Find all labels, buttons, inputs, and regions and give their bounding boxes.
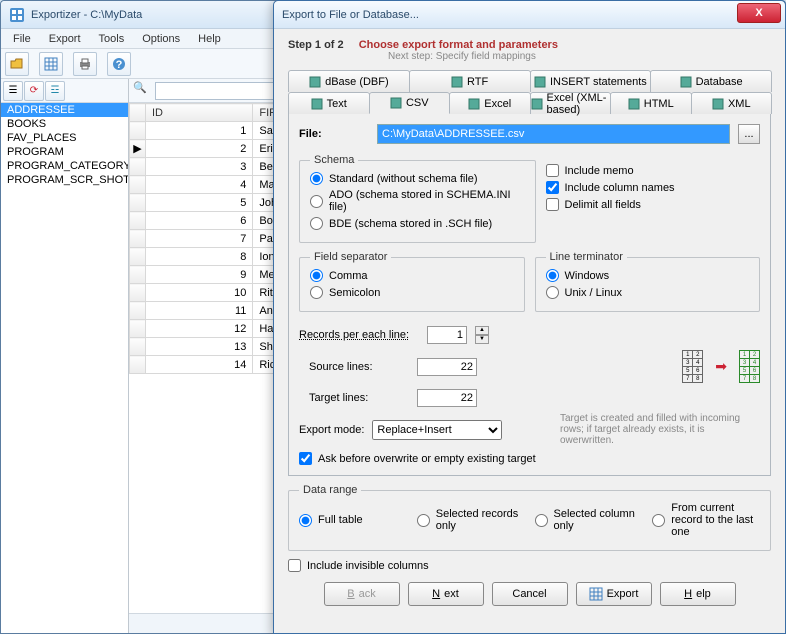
file-input[interactable]: C:\MyData\ADDRESSEE.csv <box>377 124 730 144</box>
lineterm-option-0[interactable]: Windows <box>546 269 750 282</box>
table-list[interactable]: ADDRESSEEBOOKSFAV_PLACESPROGRAMPROGRAM_C… <box>1 103 128 633</box>
source-lines-input[interactable] <box>417 358 477 376</box>
tab-insert-statements[interactable]: INSERT statements <box>530 70 652 92</box>
tab-excel[interactable]: Excel <box>449 92 531 114</box>
refresh-icon[interactable]: ⟳ <box>24 81 44 101</box>
close-button[interactable]: X <box>737 3 781 23</box>
schema-fieldset: Schema Standard (without schema file) ADO… <box>299 154 536 243</box>
table-item-fav_places[interactable]: FAV_PLACES <box>1 131 128 145</box>
export-icon <box>589 587 603 601</box>
export-mode-select[interactable]: Replace+Insert <box>372 420 502 440</box>
tab-rtf[interactable]: RTF <box>409 70 531 92</box>
tab-dbase-dbf-[interactable]: dBase (DBF) <box>288 70 410 92</box>
include-memo-check[interactable]: Include memo <box>546 164 761 177</box>
table-list-pane: ☰ ⟳ ☲ ADDRESSEEBOOKSFAV_PLACESPROGRAMPRO… <box>1 79 129 633</box>
export-button[interactable]: Export <box>576 582 652 606</box>
open-button[interactable] <box>5 52 29 76</box>
tree-icon[interactable]: ☲ <box>45 81 65 101</box>
tab-database[interactable]: Database <box>650 70 772 92</box>
menu-export[interactable]: Export <box>41 31 89 47</box>
table-item-addressee[interactable]: ADDRESSEE <box>1 103 128 117</box>
left-toolbar: ☰ ⟳ ☲ <box>1 79 128 103</box>
lineterm-fieldset: Line terminator Windows Unix / Linux <box>535 251 761 312</box>
dialog-titlebar[interactable]: Export to File or Database... X <box>274 1 785 29</box>
menu-tools[interactable]: Tools <box>91 31 133 47</box>
table-item-program[interactable]: PROGRAM <box>1 145 128 159</box>
include-invisible-check[interactable]: Include invisible columns <box>288 559 771 572</box>
file-label: File: <box>299 128 369 140</box>
source-lines-label: Source lines: <box>299 361 409 373</box>
step-number: Step 1 of 2 <box>288 39 344 51</box>
include-colnames-check[interactable]: Include column names <box>546 181 761 194</box>
schema-option-2[interactable]: BDE (schema stored in .SCH file) <box>310 217 525 230</box>
records-per-line-input[interactable] <box>427 326 467 344</box>
next-button[interactable]: Next <box>408 582 484 606</box>
delimit-all-check[interactable]: Delimit all fields <box>546 198 761 211</box>
export-mode-hint: Target is created and filled with incomi… <box>560 413 760 446</box>
table-item-books[interactable]: BOOKS <box>1 117 128 131</box>
data-range-fieldset: Data range Full table Selected records on… <box>288 484 771 551</box>
tab-panel-csv: File: C:\MyData\ADDRESSEE.csv ... Schema… <box>288 113 771 476</box>
col-id[interactable]: ID <box>146 104 253 122</box>
dialog-title: Export to File or Database... <box>282 9 419 21</box>
lines-diagram: 12345678 ➡ 12345678 <box>682 350 760 383</box>
target-lines-label: Target lines: <box>299 392 409 404</box>
step-title: Choose export format and parameters <box>359 39 558 51</box>
fieldsep-fieldset: Field separator Comma Semicolon <box>299 251 525 312</box>
arrow-icon: ➡ <box>715 358 727 375</box>
lineterm-option-1[interactable]: Unix / Linux <box>546 286 750 299</box>
fieldsep-option-1[interactable]: Semicolon <box>310 286 514 299</box>
svg-text:?: ? <box>116 59 123 71</box>
range-option-0[interactable]: Full table <box>299 502 407 538</box>
fieldsep-option-0[interactable]: Comma <box>310 269 514 282</box>
data-range-legend: Data range <box>299 484 361 496</box>
dialog-buttons: Back Next Cancel Export Help <box>288 582 771 606</box>
records-per-line-label: Records per each line: <box>299 329 419 341</box>
schema-option-1[interactable]: ADO (schema stored in SCHEMA.INI file) <box>310 189 525 213</box>
include-options: Include memo Include column names Delimi… <box>546 154 761 251</box>
ask-overwrite-check[interactable]: Ask before overwrite or empty existing t… <box>299 452 760 465</box>
cancel-button[interactable]: Cancel <box>492 582 568 606</box>
range-option-2[interactable]: Selected column only <box>535 502 643 538</box>
menu-file[interactable]: File <box>5 31 39 47</box>
schema-option-0[interactable]: Standard (without schema file) <box>310 172 525 185</box>
fieldsep-legend: Field separator <box>310 251 391 263</box>
main-title: Exportizer - C:\MyData <box>31 9 142 21</box>
help-button[interactable]: Help <box>660 582 736 606</box>
table-item-program_scr_shot[interactable]: PROGRAM_SCR_SHOT <box>1 173 128 187</box>
help-button[interactable]: ? <box>107 52 131 76</box>
tab-html[interactable]: HTML <box>610 92 692 114</box>
export-dialog: Export to File or Database... X Step 1 o… <box>273 0 786 634</box>
grid-button[interactable] <box>39 52 63 76</box>
range-option-1[interactable]: Selected records only <box>417 502 525 538</box>
range-option-3[interactable]: From current record to the last one <box>652 502 760 538</box>
list-icon[interactable]: ☰ <box>3 81 23 101</box>
tab-csv[interactable]: CSV <box>369 92 451 114</box>
search-icon[interactable]: 🔍 <box>133 81 153 101</box>
format-tabs: dBase (DBF)RTFINSERT statementsDatabase … <box>288 70 771 476</box>
table-item-program_category[interactable]: PROGRAM_CATEGORY <box>1 159 128 173</box>
app-icon <box>9 7 25 23</box>
lineterm-legend: Line terminator <box>546 251 627 263</box>
target-lines-input[interactable] <box>417 389 477 407</box>
menu-help[interactable]: Help <box>190 31 229 47</box>
tab-text[interactable]: Text <box>288 92 370 114</box>
tab-xml[interactable]: XML <box>691 92 773 114</box>
records-spinner[interactable]: ▲▼ <box>475 326 489 344</box>
back-button[interactable]: Back <box>324 582 400 606</box>
print-button[interactable] <box>73 52 97 76</box>
schema-legend: Schema <box>310 154 358 166</box>
export-mode-label: Export mode: <box>299 424 364 436</box>
menu-options[interactable]: Options <box>134 31 188 47</box>
tab-excel-xml-based-[interactable]: Excel (XML-based) <box>530 92 612 114</box>
next-step-hint: Next step: Specify field mappings <box>388 51 771 62</box>
step-header: Step 1 of 2 Choose export format and par… <box>288 39 771 62</box>
browse-button[interactable]: ... <box>738 124 760 144</box>
